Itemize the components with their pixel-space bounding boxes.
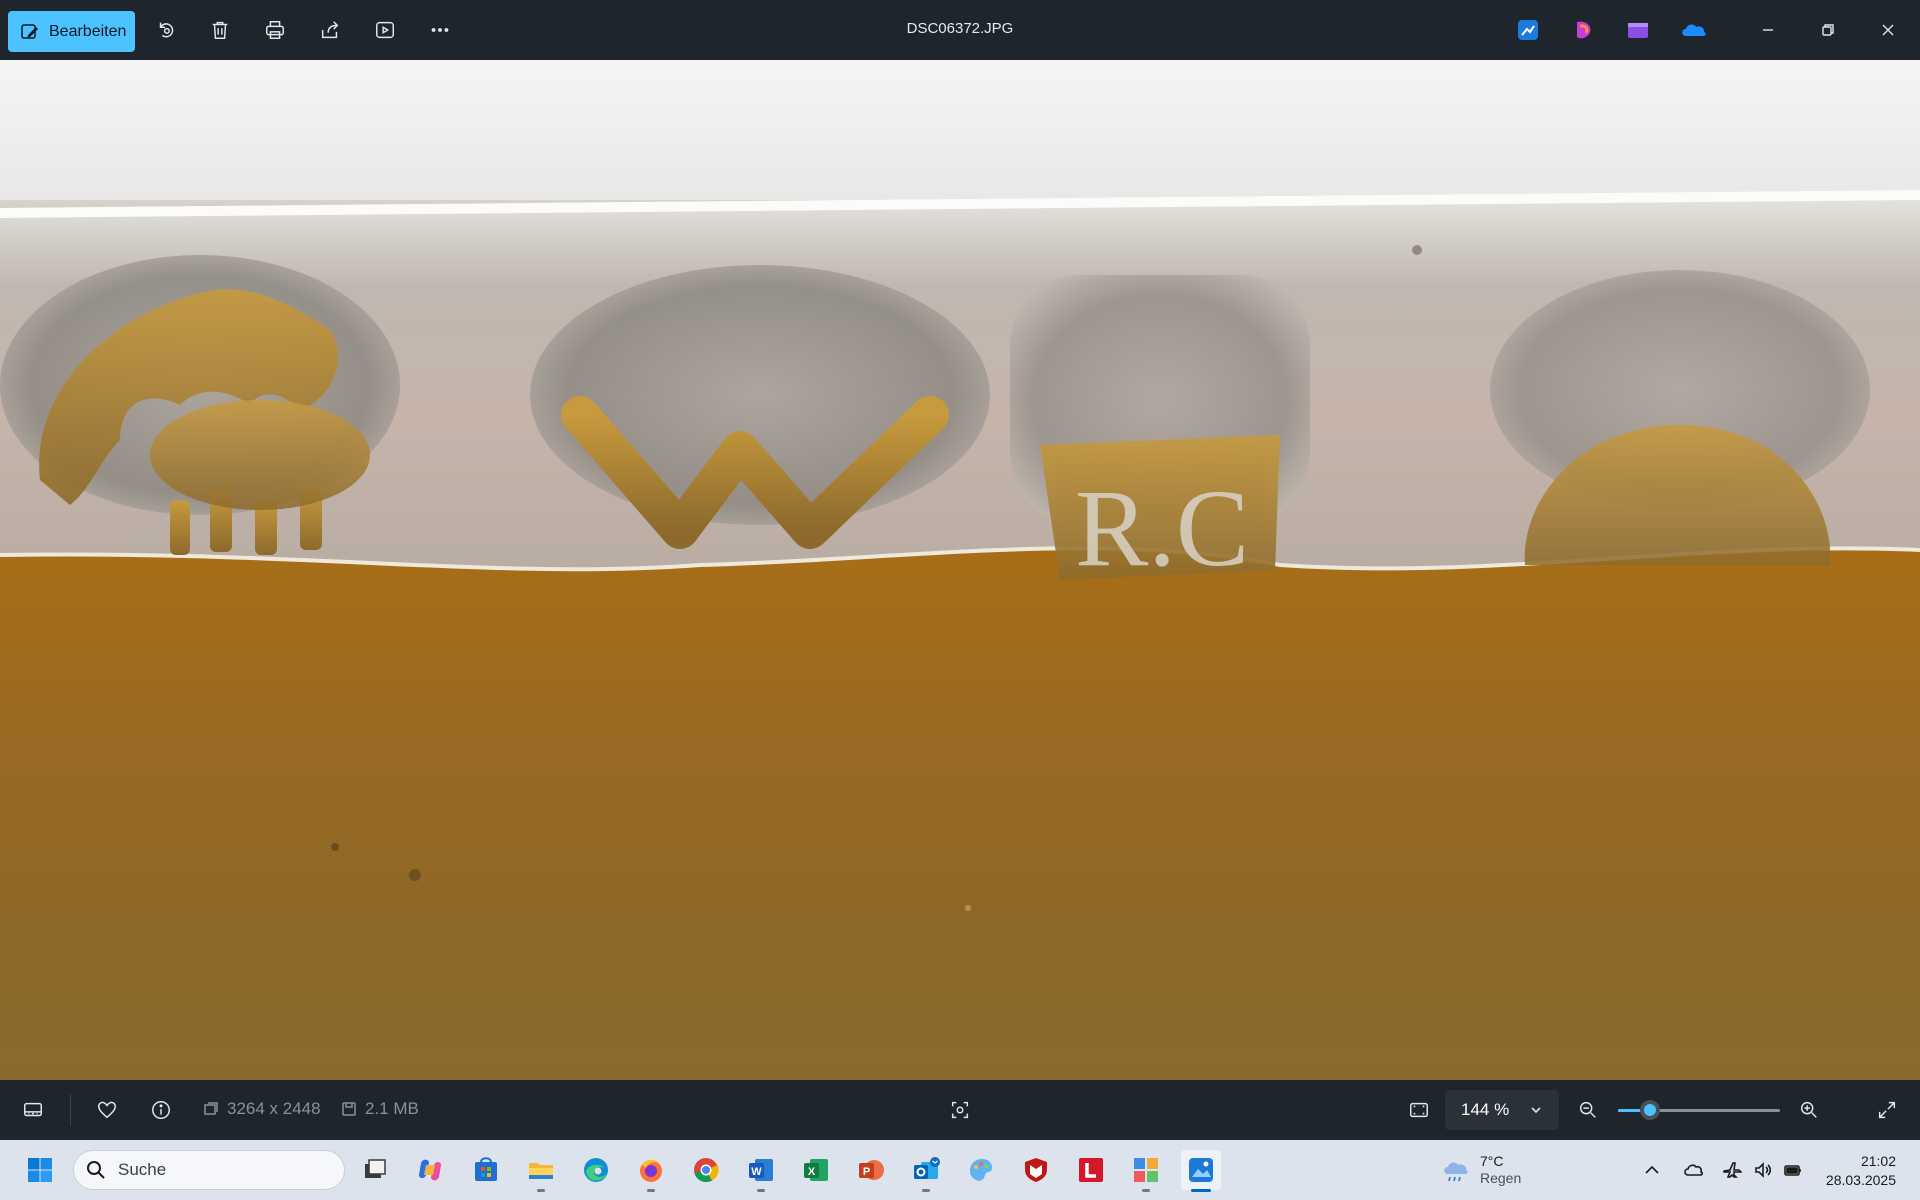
zoom-level-text: 144 % xyxy=(1461,1100,1510,1119)
visual-search-icon[interactable] xyxy=(947,1097,973,1123)
lexware-icon[interactable] xyxy=(1071,1150,1111,1190)
image-viewport[interactable]: R.C xyxy=(0,60,1920,1080)
svg-text:R.C: R.C xyxy=(1075,467,1249,589)
clock-date: 28.03.2025 xyxy=(1825,1172,1896,1188)
weather-temperature: 7°C xyxy=(1480,1153,1504,1169)
dimensions-text: 3264 x 2448 xyxy=(227,1099,321,1118)
delete-icon[interactable] xyxy=(206,16,234,44)
rotate-icon[interactable] xyxy=(152,16,180,44)
file-size: 2.1 MB xyxy=(341,1099,419,1119)
zoom-in-icon[interactable] xyxy=(1796,1097,1822,1123)
favorite-icon[interactable] xyxy=(94,1097,120,1123)
clipchamp-icon[interactable] xyxy=(1572,18,1596,42)
share-icon[interactable] xyxy=(316,16,344,44)
zoom-slider-thumb[interactable] xyxy=(1640,1100,1661,1120)
windows-taskbar: Suche W X P 7°C Regen 21:02 28.03.2025 xyxy=(0,1140,1920,1200)
search-placeholder: Suche xyxy=(118,1160,167,1179)
svg-text:W: W xyxy=(751,1166,762,1178)
edit-image-icon xyxy=(21,23,38,39)
task-view-icon[interactable] xyxy=(355,1150,395,1190)
chrome-icon[interactable] xyxy=(686,1150,726,1190)
taskbar-search[interactable]: Suche xyxy=(73,1150,345,1190)
weather-condition: Regen xyxy=(1480,1170,1522,1186)
rain-cloud-icon xyxy=(1444,1162,1468,1182)
chevron-down-icon xyxy=(1531,1107,1541,1114)
save-disk-icon xyxy=(342,1102,356,1116)
close-icon[interactable] xyxy=(1873,15,1903,45)
svg-text:X: X xyxy=(808,1166,816,1178)
restore-icon[interactable] xyxy=(1813,15,1843,45)
edit-button-label: Bearbeiten xyxy=(49,22,127,40)
system-clock[interactable]: 21:02 28.03.2025 xyxy=(1816,1152,1896,1190)
outlook-icon[interactable] xyxy=(906,1150,946,1192)
file-explorer-icon[interactable] xyxy=(521,1150,561,1192)
word-icon[interactable]: W xyxy=(741,1150,781,1192)
viewer-status-bar: 3264 x 2448 2.1 MB 144 % xyxy=(0,1080,1920,1140)
info-icon[interactable] xyxy=(148,1097,174,1123)
chevron-up-icon[interactable] xyxy=(1638,1156,1666,1184)
designer-icon[interactable] xyxy=(1516,18,1540,42)
paint-icon[interactable] xyxy=(961,1150,1001,1190)
copilot-icon[interactable] xyxy=(410,1150,450,1190)
firefox-icon[interactable] xyxy=(631,1150,671,1192)
photos-icon[interactable] xyxy=(1181,1150,1221,1192)
minimize-icon[interactable] xyxy=(1753,15,1783,45)
fit-to-window-icon[interactable] xyxy=(1406,1097,1432,1123)
powerpoint-icon[interactable]: P xyxy=(851,1150,891,1190)
battery-icon[interactable] xyxy=(1779,1156,1807,1184)
video-editor-icon[interactable] xyxy=(1626,18,1650,42)
dimensions-icon xyxy=(204,1102,218,1115)
volume-icon[interactable] xyxy=(1749,1156,1777,1184)
store-icon[interactable] xyxy=(466,1150,506,1190)
zoom-level-dropdown[interactable]: 144 % xyxy=(1445,1090,1559,1130)
excel-icon[interactable]: X xyxy=(796,1150,836,1190)
airplane-mode-icon[interactable] xyxy=(1718,1156,1746,1184)
search-icon xyxy=(87,1161,105,1179)
clock-time: 21:02 xyxy=(1860,1153,1896,1169)
print-icon[interactable] xyxy=(261,16,289,44)
edge-icon[interactable] xyxy=(576,1150,616,1190)
onedrive-icon[interactable] xyxy=(1680,18,1708,42)
onedrive-tray-icon[interactable] xyxy=(1679,1156,1707,1184)
snipping-tool-icon[interactable] xyxy=(1126,1150,1166,1192)
slideshow-icon[interactable] xyxy=(371,16,399,44)
divider xyxy=(70,1094,71,1126)
zoom-out-icon[interactable] xyxy=(1575,1097,1601,1123)
start-icon[interactable] xyxy=(20,1150,60,1190)
more-icon[interactable] xyxy=(426,16,454,44)
svg-text:P: P xyxy=(863,1166,870,1178)
title-bar: Bearbeiten DSC06372.JPG xyxy=(0,0,1920,60)
file-size-text: 2.1 MB xyxy=(365,1099,419,1118)
fullscreen-icon[interactable] xyxy=(1874,1097,1900,1123)
mcafee-icon[interactable] xyxy=(1016,1150,1056,1190)
filmstrip-icon[interactable] xyxy=(20,1097,46,1123)
edit-button[interactable]: Bearbeiten xyxy=(8,11,135,52)
file-name-title: DSC06372.JPG xyxy=(906,20,1014,37)
photo-image: R.C xyxy=(0,60,1920,1080)
image-dimensions: 3264 x 2448 xyxy=(203,1099,321,1119)
weather-widget[interactable]: 7°C Regen xyxy=(1440,1150,1540,1190)
